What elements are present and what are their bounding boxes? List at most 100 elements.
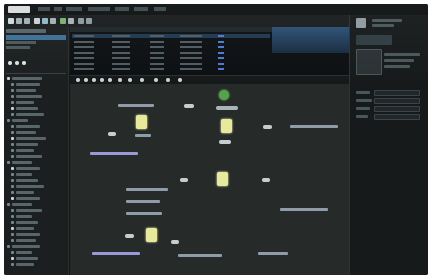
list-cell	[180, 62, 202, 65]
list-cell	[74, 40, 94, 43]
flow-node[interactable]	[221, 119, 232, 133]
menu-window[interactable]	[134, 7, 148, 11]
list-cell	[150, 40, 164, 43]
circle-icon[interactable]	[15, 61, 19, 65]
tree-item-icon	[11, 155, 14, 158]
flow-node[interactable]	[217, 172, 228, 186]
app-logo-icon[interactable]	[8, 6, 30, 13]
tool-dot-icon[interactable]	[166, 78, 170, 82]
list-cell	[150, 57, 164, 59]
selected-item-banner[interactable]	[272, 27, 349, 53]
tool-dot-icon[interactable]	[128, 78, 132, 82]
connector-pill[interactable]	[125, 234, 134, 238]
flow-node[interactable]	[136, 115, 147, 129]
project-tree-panel	[4, 27, 69, 275]
tree-item-label	[16, 191, 34, 194]
tree-item-icon	[7, 77, 10, 80]
tool-dot-icon[interactable]	[76, 78, 80, 82]
tree-item-label	[16, 179, 38, 182]
stop-icon[interactable]	[68, 18, 74, 24]
connector-pill[interactable]	[262, 178, 270, 182]
tree-item-icon	[11, 239, 14, 242]
property-label	[356, 99, 372, 102]
list-header	[70, 27, 272, 32]
circle-icon[interactable]	[8, 61, 12, 65]
connector-pill[interactable]	[263, 125, 272, 129]
tool-dot-icon[interactable]	[118, 78, 122, 82]
property-field[interactable]	[374, 106, 420, 112]
node-label	[90, 152, 138, 155]
tool-dot-icon[interactable]	[108, 78, 112, 82]
menu-project[interactable]	[88, 7, 110, 11]
open-icon[interactable]	[16, 18, 22, 24]
tree-item-label	[12, 77, 42, 80]
tree-item-label	[16, 113, 44, 116]
connector-pill[interactable]	[219, 140, 231, 144]
node-label	[92, 252, 140, 255]
list-row[interactable]	[72, 56, 270, 60]
tree-item-icon	[11, 251, 14, 254]
list-cell	[180, 68, 202, 70]
connector-pill[interactable]	[216, 106, 238, 110]
list-row[interactable]	[72, 67, 270, 71]
preview-thumbnail[interactable]	[356, 18, 366, 28]
graph-canvas[interactable]	[70, 84, 349, 275]
property-field[interactable]	[374, 98, 420, 104]
connector-pill[interactable]	[184, 104, 194, 108]
tool-dot-icon[interactable]	[84, 78, 88, 82]
list-cell	[150, 62, 164, 65]
list-row[interactable]	[72, 51, 270, 55]
cursor-icon[interactable]	[34, 18, 40, 24]
list-cell	[74, 62, 94, 65]
tree-item-icon	[11, 257, 14, 260]
menu-edit[interactable]	[54, 7, 62, 11]
run-icon[interactable]	[60, 18, 66, 24]
list-cell	[74, 46, 94, 48]
property-line	[372, 19, 402, 22]
property-line	[384, 53, 420, 56]
save-icon[interactable]	[24, 18, 30, 24]
tool-dot-icon[interactable]	[140, 78, 144, 82]
tool-dot-icon[interactable]	[92, 78, 96, 82]
tree-item-icon	[7, 203, 10, 206]
circle-icon[interactable]	[22, 61, 26, 65]
tree-item-label	[16, 221, 38, 224]
menu-help[interactable]	[154, 7, 166, 11]
connector-pill[interactable]	[108, 132, 116, 136]
tool-dot-icon[interactable]	[178, 78, 182, 82]
start-node[interactable]	[219, 90, 229, 100]
panel-title	[6, 29, 46, 33]
preview-box[interactable]	[356, 49, 382, 75]
new-icon[interactable]	[8, 18, 14, 24]
tree-item-icon	[7, 119, 10, 122]
connector-pill[interactable]	[171, 240, 179, 244]
list-row[interactable]	[72, 40, 270, 44]
tree-item-icon	[11, 131, 14, 134]
tree-item-label	[12, 119, 28, 122]
property-field[interactable]	[374, 114, 420, 120]
list-row[interactable]	[72, 34, 270, 38]
list-cell	[112, 46, 130, 48]
tree-item-label	[16, 101, 34, 104]
zoom-icon[interactable]	[50, 18, 56, 24]
connector-pill[interactable]	[180, 178, 188, 182]
tool-dot-icon[interactable]	[100, 78, 104, 82]
list-cell	[218, 68, 224, 70]
tree-item-icon	[11, 233, 14, 236]
tree-selected-row[interactable]	[6, 35, 66, 40]
menu-file[interactable]	[38, 7, 50, 11]
tree-item-label	[16, 149, 34, 152]
list-cell	[150, 46, 164, 48]
tree-row-placeholder[interactable]	[6, 41, 36, 44]
settings-icon[interactable]	[86, 18, 92, 24]
tree-row-placeholder[interactable]	[6, 46, 30, 49]
property-field[interactable]	[374, 90, 420, 96]
list-row[interactable]	[72, 45, 270, 49]
flow-node[interactable]	[146, 228, 157, 242]
menu-view[interactable]	[66, 7, 82, 11]
tool-dot-icon[interactable]	[154, 78, 158, 82]
list-row[interactable]	[72, 62, 270, 66]
link-icon[interactable]	[42, 18, 48, 24]
grid-icon[interactable]	[78, 18, 84, 24]
menu-tools[interactable]	[115, 7, 129, 11]
